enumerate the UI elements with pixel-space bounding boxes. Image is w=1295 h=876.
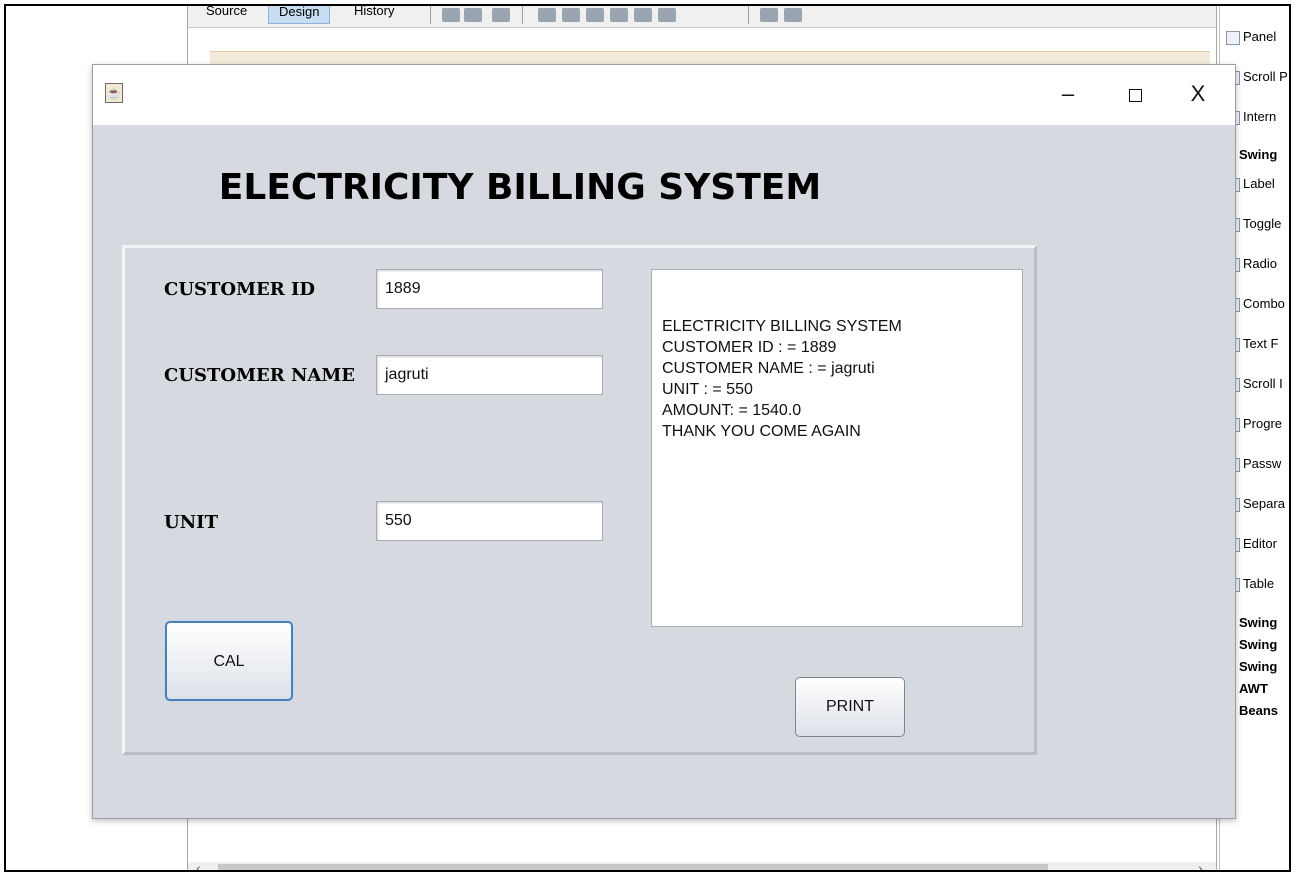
app-window: ☕ – X ELECTRICITY BILLING SYSTEM CUSTOME… — [92, 64, 1236, 819]
center-horizontally-icon[interactable] — [586, 8, 604, 22]
design-canvas — [210, 51, 1210, 65]
palette-item-panel[interactable]: Panel — [1226, 26, 1276, 48]
customer-name-label: CUSTOMER NAME — [164, 365, 356, 386]
receipt-line: UNIT : = 550 — [662, 381, 753, 398]
unit-field[interactable]: 550 — [376, 501, 603, 541]
receipt-line: CUSTOMER NAME : = jagruti — [662, 360, 875, 377]
align-right-icon[interactable] — [562, 8, 580, 22]
resize-vertical-icon[interactable] — [784, 8, 802, 22]
panel-icon — [1226, 30, 1240, 45]
resize-horizontal-icon[interactable] — [760, 8, 778, 22]
cal-button[interactable]: CAL — [165, 621, 293, 701]
java-icon: ☕ — [105, 83, 123, 103]
close-button[interactable]: X — [1178, 79, 1218, 109]
toolbar-separator — [430, 6, 431, 24]
horizontal-scrollbar[interactable] — [188, 862, 1216, 870]
connection-mode-icon[interactable] — [464, 8, 482, 22]
receipt-line: CUSTOMER ID : = 1889 — [662, 339, 837, 356]
minimize-button[interactable]: – — [1048, 79, 1088, 109]
tab-history[interactable]: History — [344, 6, 404, 24]
selection-mode-icon[interactable] — [442, 8, 460, 22]
unit-label: UNIT — [164, 512, 218, 533]
app-title: ELECTRICITY BILLING SYSTEM — [218, 167, 822, 208]
scrollbar-thumb[interactable] — [218, 864, 1048, 870]
customer-id-label: CUSTOMER ID — [164, 279, 315, 300]
customer-name-field[interactable]: jagruti — [376, 355, 603, 395]
scroll-left-icon[interactable]: ‹ — [196, 860, 201, 870]
ide-toolbar: Source Design History — [188, 6, 1216, 28]
tab-source[interactable]: Source — [196, 6, 257, 24]
align-bottom-icon[interactable] — [634, 8, 652, 22]
preview-design-icon[interactable] — [492, 8, 510, 22]
screen-frame: Source Design History ‹ › Panel Scroll P… — [4, 4, 1291, 872]
customer-id-field[interactable]: 1889 — [376, 269, 603, 309]
receipt-text-area[interactable]: ELECTRICITY BILLING SYSTEM CUSTOMER ID :… — [651, 269, 1023, 627]
receipt-line: AMOUNT: = 1540.0 — [662, 402, 802, 419]
toolbar-separator — [522, 6, 523, 24]
print-button[interactable]: PRINT — [795, 677, 905, 737]
receipt-line: THANK YOU COME AGAIN — [662, 423, 861, 440]
toolbar-separator — [748, 6, 749, 24]
align-left-icon[interactable] — [538, 8, 556, 22]
scroll-right-icon[interactable]: › — [1198, 860, 1203, 870]
receipt-line: ELECTRICITY BILLING SYSTEM — [662, 318, 902, 335]
maximize-icon — [1128, 88, 1142, 102]
align-top-icon[interactable] — [610, 8, 628, 22]
center-vertically-icon[interactable] — [658, 8, 676, 22]
window-titlebar[interactable]: ☕ – X — [93, 65, 1235, 125]
maximize-button[interactable] — [1115, 79, 1155, 109]
tab-design[interactable]: Design — [268, 6, 331, 24]
